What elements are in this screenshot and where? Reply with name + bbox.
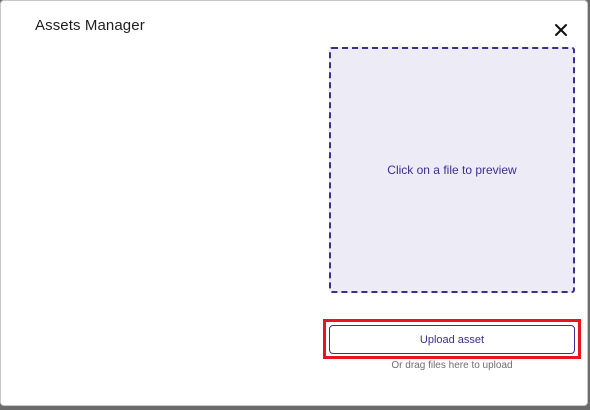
close-button[interactable] (553, 22, 569, 38)
preview-placeholder: Click on a file to preview (387, 163, 517, 177)
assets-manager-dialog: Assets Manager Click on a file to previe… (0, 0, 588, 406)
drag-drop-hint: Or drag files here to upload (391, 360, 513, 371)
file-preview-area: Click on a file to preview (329, 47, 575, 293)
dialog-title: Assets Manager (35, 17, 145, 34)
upload-asset-button[interactable]: Upload asset (329, 325, 575, 354)
close-icon (553, 22, 569, 38)
